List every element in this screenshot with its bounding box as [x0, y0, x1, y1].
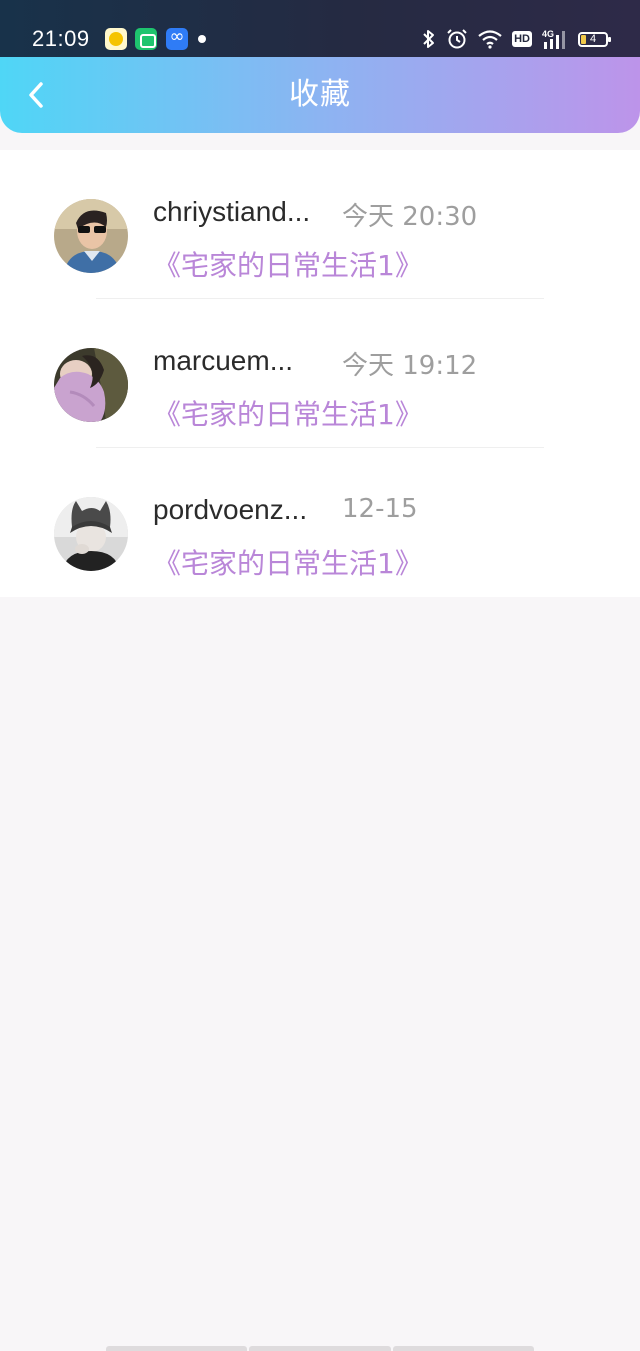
username: pordvoenz...: [153, 494, 308, 525]
battery-level: 4: [589, 32, 597, 45]
app-notification-icon: [135, 28, 157, 50]
app-notification-icon: [166, 26, 188, 50]
header-bar: 收藏: [0, 57, 640, 133]
chevron-left-icon: [29, 82, 43, 108]
back-button[interactable]: [18, 77, 54, 113]
battery-icon: 4: [578, 31, 611, 47]
username: chriystiand...: [153, 196, 311, 227]
network-label: 4G: [542, 29, 554, 39]
work-title-link[interactable]: 《宅家的日常生活1》: [153, 542, 423, 582]
favorite-time: 今天 20:30: [342, 202, 478, 232]
list-item[interactable]: marcuem... 今天 19:12 《宅家的日常生活1》: [0, 299, 640, 448]
work-title-link[interactable]: 《宅家的日常生活1》: [153, 393, 423, 433]
status-time: 21:09: [32, 26, 90, 51]
avatar[interactable]: [54, 497, 128, 571]
favorites-list: chriystiand... 今天 20:30 《宅家的日常生活1》 marcu…: [0, 150, 640, 597]
status-bar: 21:09 HD 4G 4: [0, 0, 640, 58]
alarm-icon: [447, 29, 467, 49]
username: marcuem...: [153, 345, 294, 376]
favorite-time: 今天 19:12: [342, 351, 478, 381]
favorite-time: 12-15: [342, 494, 418, 524]
page-title: 收藏: [289, 77, 351, 112]
list-item[interactable]: chriystiand... 今天 20:30 《宅家的日常生活1》: [0, 150, 640, 299]
system-status-icons: HD 4G 4: [422, 26, 611, 52]
work-title-link[interactable]: 《宅家的日常生活1》: [153, 244, 423, 284]
home-indicator: [106, 1346, 534, 1351]
list-item[interactable]: pordvoenz... 12-15 《宅家的日常生活1》: [0, 448, 640, 597]
bluetooth-icon: [423, 30, 435, 48]
notification-dot: [198, 35, 206, 43]
wifi-icon: [478, 30, 502, 49]
hd-icon: HD: [512, 31, 532, 47]
signal-icon: 4G: [542, 29, 565, 49]
avatar[interactable]: [54, 348, 128, 422]
app-notification-icon: [105, 28, 127, 50]
avatar[interactable]: [54, 199, 128, 273]
